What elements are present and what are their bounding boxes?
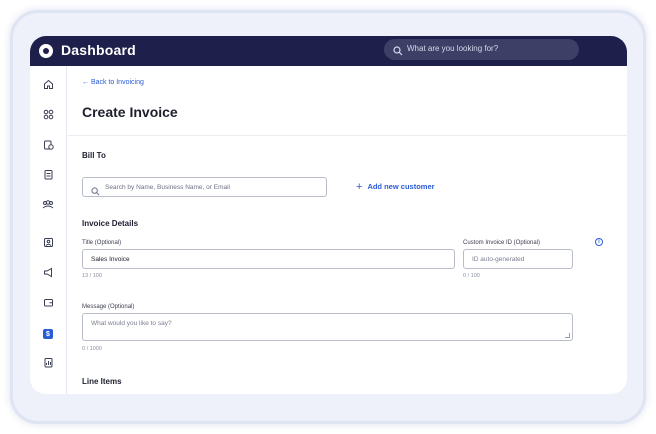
info-icon[interactable]: i: [595, 238, 603, 246]
report-icon: [43, 355, 54, 373]
title-counter: 13 / 100: [82, 273, 102, 279]
search-icon: [91, 183, 100, 201]
global-search-input[interactable]: What are you looking for?: [384, 39, 579, 60]
message-counter: 0 / 1000: [82, 346, 102, 352]
sidebar-item-integrations[interactable]: [40, 108, 56, 124]
sidebar-item-reports[interactable]: [40, 356, 56, 372]
sidebar-item-contacts[interactable]: [40, 236, 56, 252]
document-icon: [43, 167, 54, 185]
add-new-customer-button[interactable]: + Add new customer: [356, 181, 435, 193]
custom-id-placeholder: ID auto-generated: [472, 256, 525, 263]
message-label: Message (Optional): [82, 304, 135, 310]
sidebar-item-wallet[interactable]: [40, 296, 56, 312]
message-textarea[interactable]: What would you like to say?: [82, 313, 573, 341]
page-title: Create Invoice: [82, 104, 178, 120]
sidebar-item-marketing[interactable]: [40, 266, 56, 282]
search-icon: [393, 43, 403, 61]
clipboard-clock-icon: [43, 137, 54, 155]
customer-search-placeholder: Search by Name, Business Name, or Email: [105, 184, 230, 191]
plus-icon: +: [356, 181, 363, 193]
divider: [68, 135, 627, 136]
global-search-placeholder: What are you looking for?: [407, 44, 499, 53]
sidebar-item-documents[interactable]: [40, 168, 56, 184]
title-label: Title (Optional): [82, 240, 122, 246]
custom-id-input[interactable]: ID auto-generated: [463, 249, 573, 269]
sidebar-item-invoicing[interactable]: $: [40, 326, 56, 342]
dollar-icon: $: [43, 329, 53, 339]
line-items-heading: Line Items: [82, 377, 122, 386]
sidebar-item-customers[interactable]: [40, 198, 56, 214]
back-to-invoicing-link[interactable]: ← Back to Invoicing: [82, 79, 144, 86]
message-placeholder: What would you like to say?: [91, 320, 172, 327]
sidebar-item-home[interactable]: [40, 78, 56, 94]
wallet-icon: [43, 295, 54, 313]
users-icon: [42, 197, 54, 215]
logo-icon[interactable]: [39, 44, 53, 58]
apps-icon: [43, 107, 54, 125]
home-icon: [43, 77, 54, 95]
title-input[interactable]: Sales Invoice: [82, 249, 455, 269]
top-bar: Dashboard What are you looking for?: [30, 36, 627, 66]
title-value: Sales Invoice: [91, 256, 130, 263]
custom-id-label: Custom Invoice ID (Optional): [463, 240, 541, 246]
custom-id-counter: 0 / 100: [463, 273, 480, 279]
resize-handle-icon[interactable]: [565, 333, 570, 338]
contact-card-icon: [43, 235, 54, 253]
bill-to-heading: Bill To: [82, 151, 106, 160]
app-title: Dashboard: [61, 42, 136, 58]
add-new-customer-label: Add new customer: [367, 182, 435, 191]
invoice-details-heading: Invoice Details: [82, 219, 139, 228]
main-content: ← Back to Invoicing Create Invoice Bill …: [68, 66, 627, 394]
sidebar: $: [30, 66, 67, 394]
megaphone-icon: [43, 265, 54, 283]
customer-search-input[interactable]: Search by Name, Business Name, or Email: [82, 177, 327, 197]
sidebar-item-tasks[interactable]: [40, 138, 56, 154]
app-screen: Dashboard What are you looking for? $ ← …: [30, 36, 627, 394]
